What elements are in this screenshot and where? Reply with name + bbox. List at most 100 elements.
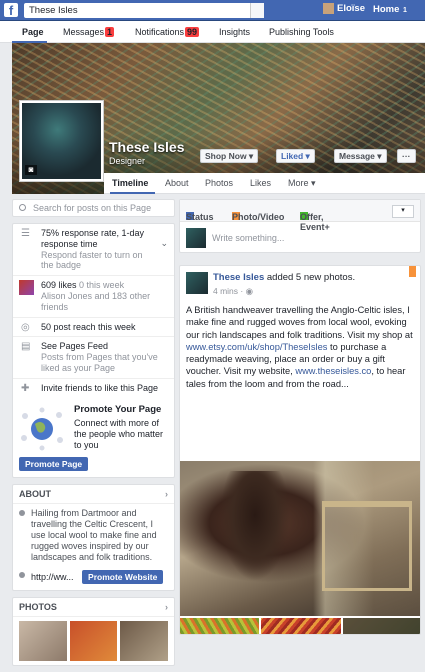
about-website: http://ww... Promote Website <box>13 566 174 590</box>
post-reach-row[interactable]: ◎ 50 post reach this week <box>13 316 174 337</box>
tab-about[interactable]: About <box>165 178 189 188</box>
home-label: Home <box>373 4 400 15</box>
camera-icon[interactable]: ◙ <box>25 165 37 175</box>
photos-header[interactable]: PHOTOS › <box>13 598 174 618</box>
avatar <box>323 3 334 14</box>
feed-sub: Posts from Pages that you've liked as yo… <box>41 352 158 373</box>
tab-likes[interactable]: Likes <box>250 178 271 188</box>
profile-picture[interactable]: ◙ <box>19 100 104 182</box>
avatar[interactable] <box>186 272 208 294</box>
feed-icon: ▤ <box>21 341 31 353</box>
photos-header-label: PHOTOS <box>19 602 57 613</box>
loom-shape <box>322 501 412 591</box>
chevron-right-icon: › <box>165 602 168 613</box>
message-button[interactable]: Message ▾ <box>334 149 387 163</box>
post-text: A British handweaver travelling the Angl… <box>186 304 418 390</box>
post-action: added 5 new photos. <box>264 272 356 283</box>
pages-feed-row[interactable]: ▤ See Pages Feed Posts from Pages that y… <box>13 336 174 377</box>
info-icon <box>19 510 25 517</box>
page-admin-nav: Page Messages 1 Notifications 99 Insights … <box>0 21 425 43</box>
post-photo-thumbnails: +2 <box>180 618 420 634</box>
about-card: ABOUT › Hailing from Dartmoor and travell… <box>12 484 175 592</box>
photo-thumbnail[interactable] <box>261 618 341 634</box>
post-reach: 50 post reach this week <box>41 321 136 332</box>
search-icon[interactable] <box>250 3 264 18</box>
likes-count: 609 likes <box>41 280 77 291</box>
invite-friends-row[interactable]: ✚ Invite friends to like this Page <box>13 377 174 398</box>
weaver-figure <box>220 471 290 581</box>
tab-photos[interactable]: Photos <box>205 178 233 188</box>
about-header[interactable]: ABOUT › <box>13 485 174 505</box>
left-sidebar: Search for posts on this Page ☰ 75% resp… <box>12 199 175 672</box>
messages-label: Messages <box>63 27 105 37</box>
shop-now-button[interactable]: Shop Now ▾ <box>200 149 259 163</box>
notifications-label: Notifications <box>135 27 185 37</box>
photo-thumbnail[interactable] <box>69 621 118 662</box>
offer-event-label: Offer, Event+ <box>300 212 330 232</box>
search-placeholder: Search for posts on this Page <box>33 203 152 213</box>
photo-thumbnail[interactable] <box>19 621 67 662</box>
add-friend-icon: ✚ <box>21 382 30 394</box>
page-category: Designer <box>109 156 146 166</box>
user-profile-link[interactable]: Eloïse <box>323 3 365 14</box>
active-tab-indicator <box>110 192 155 194</box>
feed-title: See Pages Feed <box>41 341 109 352</box>
likes-week: 0 this week <box>79 280 125 291</box>
website-link[interactable]: http://ww... <box>31 572 74 582</box>
tab-notifications[interactable]: Notifications 99 <box>135 27 200 37</box>
status-label: Status <box>186 212 214 222</box>
home-link[interactable]: Home 1 <box>373 4 408 15</box>
liked-button[interactable]: Liked ▾ <box>276 149 315 163</box>
timeline-post: These Isles added 5 new photos. 4 mins ·… <box>179 265 421 635</box>
etsy-link[interactable]: www.etsy.com/uk/shop/TheseIsles <box>186 342 327 352</box>
tab-insights[interactable]: Insights <box>219 27 250 37</box>
search-input[interactable]: These Isles <box>24 3 264 18</box>
likes-row[interactable]: 609 likes 0 this week Alison Jones and 1… <box>13 275 174 316</box>
page-post-search[interactable]: Search for posts on this Page <box>12 199 175 217</box>
tab-page[interactable]: Page <box>22 27 44 37</box>
about-header-label: ABOUT <box>19 489 51 500</box>
response-rate-row[interactable]: ☰ 75% response rate, 1-day response time… <box>13 224 174 275</box>
promote-page-section: Promote Your Page Connect with more of t… <box>13 398 174 478</box>
photo-thumbnail[interactable] <box>120 621 169 662</box>
post-time: 4 mins · <box>213 286 246 296</box>
website-link[interactable]: www.theseisles.co <box>295 366 371 376</box>
post-main-photo[interactable] <box>180 461 420 616</box>
post-timestamp[interactable]: 4 mins · ◉ <box>213 286 355 297</box>
top-bar: f These Isles Eloïse Home 1 <box>0 0 425 21</box>
more-options-button[interactable]: ··· <box>397 149 416 163</box>
reach-icon: ◎ <box>21 321 30 333</box>
timeline-column: Status Photo/Video Offer, Event+ ▾ Write… <box>179 199 421 635</box>
home-badge: 1 <box>402 7 408 14</box>
promote-page-button[interactable]: Promote Page <box>19 457 89 472</box>
more-photos-count: +2 <box>342 618 420 634</box>
composer-input[interactable]: Write something... <box>186 228 284 248</box>
globe-small-icon <box>19 572 25 579</box>
globe-icon <box>21 407 63 451</box>
messages-badge: 1 <box>105 27 115 37</box>
response-title: 75% response rate, 1-day response time <box>41 228 145 249</box>
tab-publishing-tools[interactable]: Publishing Tools <box>269 27 334 37</box>
chevron-down-icon[interactable]: ⌄ <box>160 238 168 249</box>
page-title: These Isles <box>109 139 185 155</box>
promote-text: Connect with more of the people who matt… <box>74 417 164 451</box>
timeline-tabs: Timeline About Photos Likes More ▾ <box>104 173 425 194</box>
promote-website-button[interactable]: Promote Website <box>82 570 164 585</box>
post-author[interactable]: These Isles <box>213 272 264 283</box>
photos-card: PHOTOS › <box>12 597 175 667</box>
facebook-logo-icon[interactable]: f <box>4 3 18 18</box>
response-icon: ☰ <box>21 228 30 239</box>
bookmark-icon <box>409 266 416 277</box>
page-selector[interactable]: ▾ <box>392 205 414 218</box>
photo-thumbnail[interactable] <box>180 618 260 634</box>
likes-friends: Alison Jones and 183 other friends <box>41 290 151 312</box>
tab-more[interactable]: More ▾ <box>288 178 316 189</box>
photos-grid <box>13 617 174 665</box>
globe-icon: ◉ <box>245 286 254 296</box>
search-icon <box>19 204 26 211</box>
composer-placeholder: Write something... <box>212 233 285 243</box>
tab-messages[interactable]: Messages 1 <box>63 27 115 37</box>
photo-thumbnail[interactable]: +2 <box>342 618 420 634</box>
tab-timeline[interactable]: Timeline <box>112 178 148 188</box>
friend-avatar <box>19 280 34 296</box>
